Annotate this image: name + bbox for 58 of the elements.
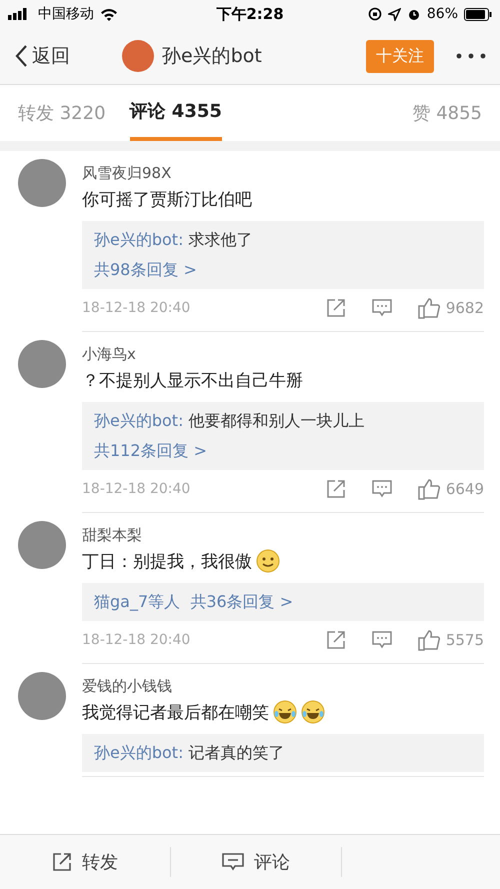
share-icon[interactable] bbox=[326, 630, 346, 650]
comment-icon bbox=[222, 853, 244, 871]
avatar bbox=[18, 672, 66, 720]
thumbs-up-icon[interactable] bbox=[418, 297, 440, 319]
share-icon[interactable] bbox=[326, 298, 346, 318]
alarm-icon bbox=[406, 7, 421, 21]
location-icon bbox=[388, 8, 401, 20]
laughing-emoji-icon bbox=[273, 700, 297, 724]
clock-time: 下午2:28 bbox=[216, 4, 284, 24]
battery-percent: 86% bbox=[426, 6, 458, 22]
comment-text: 丁日：别提我，我很傲 bbox=[82, 550, 252, 572]
reply-text: 孙e兴的bot: 他要都得和别人一块儿上 bbox=[94, 410, 366, 432]
more-icon[interactable] bbox=[456, 53, 486, 59]
reply-box[interactable]: 猫ga_7等人 共36条回复 > bbox=[82, 583, 484, 621]
smile-emoji-icon bbox=[256, 549, 280, 573]
comment-icon[interactable] bbox=[372, 480, 392, 498]
avatar bbox=[122, 40, 154, 72]
reply-users: 猫ga_7等人 bbox=[94, 592, 180, 611]
comment-time: 18-12-18 20:40 bbox=[82, 481, 190, 497]
reply-box[interactable]: 孙e兴的bot: 求求他了 共98条回复 > bbox=[82, 221, 484, 289]
reply-box[interactable]: 孙e兴的bot: 记者真的笑了 bbox=[82, 734, 484, 772]
comment-icon[interactable] bbox=[372, 631, 392, 649]
comment-time: 18-12-18 20:40 bbox=[82, 632, 190, 648]
action-button[interactable]: 转发 bbox=[0, 849, 170, 875]
like-count: 6649 bbox=[446, 480, 484, 498]
reply-count-link[interactable]: 共36条回复 > bbox=[190, 592, 294, 611]
user-name[interactable]: 风雪夜归98X bbox=[82, 159, 484, 183]
avatar bbox=[18, 159, 66, 207]
user-name[interactable]: 小海鸟x bbox=[82, 340, 484, 364]
comment-text: 你可摇了贾斯汀比伯吧 bbox=[82, 188, 252, 210]
reply-box[interactable]: 孙e兴的bot: 他要都得和别人一块儿上 共112条回复 > bbox=[82, 402, 484, 470]
thumbs-up-icon[interactable] bbox=[418, 629, 440, 651]
comment-time: 18-12-18 20:40 bbox=[82, 300, 190, 316]
battery-icon bbox=[464, 8, 492, 20]
reply-count-link[interactable]: 共98条回复 > bbox=[94, 260, 197, 279]
share-icon[interactable] bbox=[326, 479, 346, 499]
comment-icon[interactable] bbox=[372, 299, 392, 317]
avatar bbox=[18, 340, 66, 388]
user-name[interactable]: 爱钱的小钱钱 bbox=[82, 672, 484, 696]
share-icon bbox=[52, 852, 72, 872]
carrier-name: 中国移动 bbox=[38, 5, 94, 23]
rotation-lock-icon bbox=[368, 7, 382, 21]
thumbs-up-icon[interactable] bbox=[418, 478, 440, 500]
reply-text: 孙e兴的bot: 记者真的笑了 bbox=[94, 742, 286, 764]
back-button[interactable]: 返回 bbox=[14, 43, 114, 69]
like-count: 9682 bbox=[446, 299, 484, 317]
reply-count-link[interactable]: 共112条回复 > bbox=[94, 441, 208, 460]
comment-text: ？不提别人显示不出自己牛掰 bbox=[82, 370, 303, 392]
chevron-left-icon bbox=[14, 44, 28, 68]
avatar bbox=[18, 521, 66, 569]
wifi-icon bbox=[100, 8, 118, 20]
action-button[interactable]: 评论 bbox=[171, 849, 341, 875]
user-name[interactable]: 甜梨本梨 bbox=[82, 521, 484, 545]
page-title: 孙e兴的bot bbox=[162, 44, 262, 69]
reply-text: 孙e兴的bot: 求求他了 bbox=[94, 229, 254, 251]
comment-text: 我觉得记者最后都在嘲笑 bbox=[82, 702, 269, 724]
laughing-emoji-icon bbox=[301, 700, 325, 724]
like-count: 5575 bbox=[446, 631, 484, 649]
